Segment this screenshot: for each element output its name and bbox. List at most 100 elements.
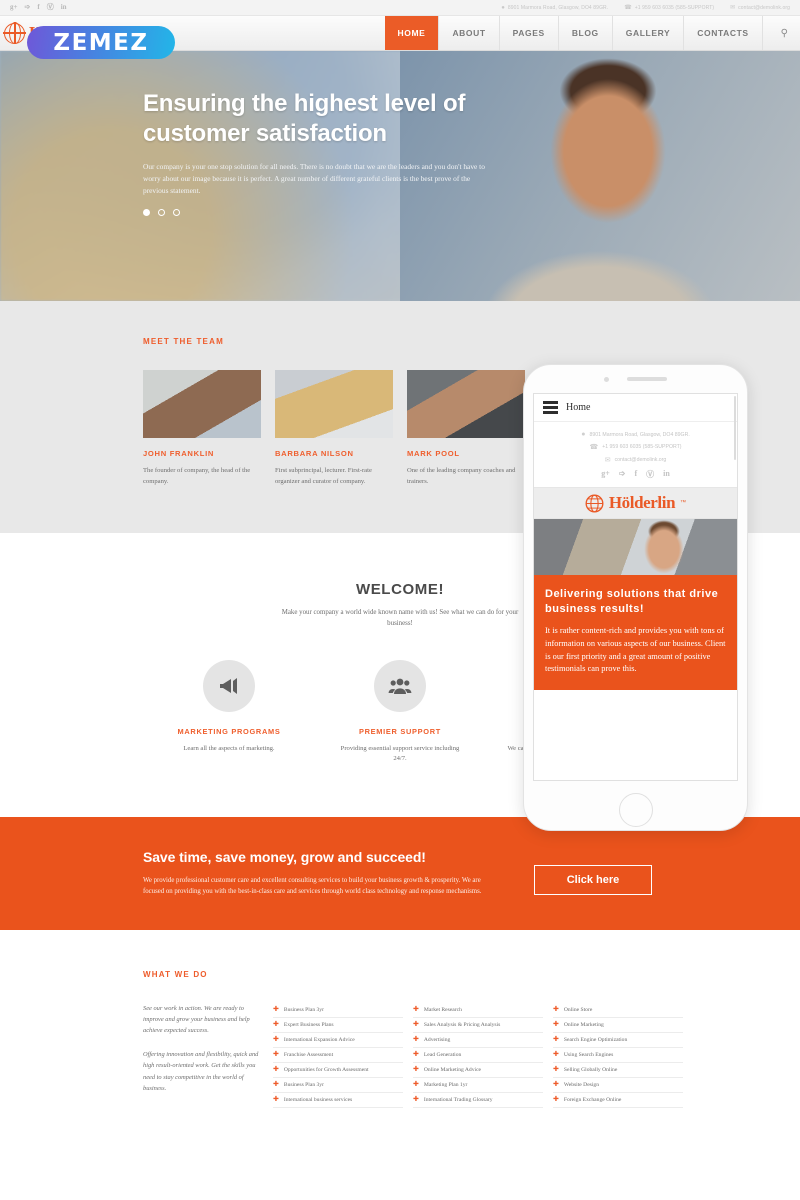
list-item[interactable]: ✚ Online Marketing Advice bbox=[413, 1063, 543, 1078]
facebook-icon[interactable]: f bbox=[634, 469, 637, 480]
email-item[interactable]: ✉ contact@demolink.org bbox=[730, 4, 790, 12]
list-item[interactable]: ✚ Sales Analysis & Pricing Analysis bbox=[413, 1018, 543, 1033]
list-item-label: Opportunities for Growth Assessment bbox=[283, 1066, 369, 1073]
people-icon bbox=[374, 659, 426, 712]
feature-title: MARKETING PROGRAMS bbox=[177, 726, 281, 736]
slider-dot-1[interactable] bbox=[143, 209, 150, 217]
what-we-do-title: WHAT WE DO bbox=[143, 969, 208, 979]
plus-icon: ✚ bbox=[553, 1081, 559, 1089]
list-item[interactable]: ✚ Market Research bbox=[413, 1003, 543, 1018]
slider-dot-2[interactable] bbox=[158, 209, 165, 217]
plus-icon: ✚ bbox=[413, 1036, 419, 1044]
plus-icon: ✚ bbox=[413, 1066, 419, 1074]
member-bio: One of the leading company coaches and t… bbox=[407, 467, 516, 486]
globe-icon bbox=[4, 21, 25, 45]
address-item: ● 8901 Marmora Road, Glasgow, DO4 89GR. bbox=[501, 5, 608, 11]
member-bio: The founder of company, the head of the … bbox=[143, 467, 251, 486]
list-item[interactable]: ✚ Lead Generation bbox=[413, 1048, 543, 1063]
list-item-label: Lead Generation bbox=[423, 1051, 462, 1058]
feature-text: Learn all the aspects of marketing. bbox=[183, 744, 275, 752]
plus-icon: ✚ bbox=[553, 1006, 559, 1014]
member-bio: First subprincipal, lecturer. First-rate… bbox=[275, 467, 372, 486]
list-item[interactable]: ✚ Selling Globally Online bbox=[553, 1063, 683, 1078]
team-member[interactable]: BARBARA NILSON First subprincipal, lectu… bbox=[275, 370, 393, 487]
twitter-icon[interactable]: ➩ bbox=[619, 469, 626, 480]
feature-premier-support[interactable]: PREMIER SUPPORT Providing essential supp… bbox=[336, 659, 464, 765]
hero-slider: Ensuring the highest level of customer s… bbox=[0, 51, 800, 301]
slider-dot-3[interactable] bbox=[173, 209, 180, 217]
list-item[interactable]: ✚ Opportunities for Growth Assessment bbox=[273, 1063, 403, 1078]
pinterest-icon[interactable]: Ⓥ bbox=[646, 469, 654, 480]
list-item[interactable]: ✚ Business Plan 3yr bbox=[273, 1003, 403, 1018]
phone-social-links: g+ ➩ f Ⓥ in bbox=[534, 469, 737, 480]
zemez-badge-label: ZEMEZ bbox=[53, 29, 149, 56]
linkedin-icon[interactable]: in bbox=[61, 4, 67, 11]
team-member[interactable]: MARK POOL One of the leading company coa… bbox=[407, 370, 525, 487]
nav-item-about[interactable]: ABOUT bbox=[438, 16, 498, 50]
scrollbar[interactable] bbox=[734, 396, 736, 460]
twitter-icon[interactable]: ➩ bbox=[25, 4, 31, 11]
envelope-icon: ✉ bbox=[604, 457, 611, 464]
phone-promo-paragraph: It is rather content-rich and provides y… bbox=[545, 626, 726, 674]
contact-info: ● 8901 Marmora Road, Glasgow, DO4 89GR. … bbox=[501, 4, 790, 12]
feature-text: Providing essential support service incl… bbox=[340, 744, 460, 763]
phone-phone-item[interactable]: ☎ +1 959 603 6035 (585-SUPPORT) bbox=[534, 443, 737, 451]
hamburger-menu-icon[interactable] bbox=[543, 401, 558, 414]
plus-icon: ✚ bbox=[413, 1051, 419, 1059]
phone-email-text: contact@demolink.org bbox=[614, 457, 667, 463]
list-item[interactable]: ✚ Business Plan 3yr bbox=[273, 1078, 403, 1093]
search-icon[interactable]: ⚲ bbox=[761, 16, 800, 50]
slider-dots bbox=[143, 209, 800, 217]
list-item[interactable]: ✚ International business services bbox=[273, 1093, 403, 1108]
site-header: Hölderlin ZEMEZ HOME ABOUT PAGES BLOG GA… bbox=[0, 16, 800, 59]
googleplus-icon[interactable]: g+ bbox=[601, 469, 610, 480]
feature-marketing-programs[interactable]: MARKETING PROGRAMS Learn all the aspects… bbox=[165, 659, 293, 765]
nav-item-pages[interactable]: PAGES bbox=[498, 16, 558, 50]
list-item[interactable]: ✚ Franchise Assessment bbox=[273, 1048, 403, 1063]
plus-icon: ✚ bbox=[553, 1051, 559, 1059]
speaker-grille bbox=[627, 377, 667, 381]
list-item[interactable]: ✚ Expert Business Plans bbox=[273, 1018, 403, 1033]
phone-email-item[interactable]: ✉ contact@demolink.org bbox=[534, 456, 737, 464]
list-item[interactable]: ✚ Website Design bbox=[553, 1078, 683, 1093]
list-item[interactable]: ✚ Online Marketing bbox=[553, 1018, 683, 1033]
linkedin-icon[interactable]: in bbox=[663, 469, 670, 480]
list-item-label: Website Design bbox=[563, 1081, 599, 1088]
pinterest-icon[interactable]: Ⓥ bbox=[47, 4, 54, 11]
plus-icon: ✚ bbox=[273, 1081, 279, 1089]
phone-mockup: Home ● 8901 Marmora Road, Glasgow, DO4 8… bbox=[523, 364, 748, 831]
list-item-label: Online Marketing bbox=[563, 1021, 604, 1028]
team-member[interactable]: JOHN FRANKLIN The founder of company, th… bbox=[143, 370, 261, 487]
list-item[interactable]: ✚ International Expansion Advice bbox=[273, 1033, 403, 1048]
list-item[interactable]: ✚ Marketing Plan 1yr bbox=[413, 1078, 543, 1093]
list-item-label: Using Search Engines bbox=[563, 1051, 614, 1058]
list-item[interactable]: ✚ Search Engine Optimization bbox=[553, 1033, 683, 1048]
home-button[interactable] bbox=[618, 793, 653, 827]
click-here-button[interactable]: Click here bbox=[534, 864, 652, 895]
zemez-badge: ZEMEZ bbox=[27, 26, 175, 59]
phone-brand-logo[interactable]: Hölderlin ™ bbox=[534, 487, 737, 519]
nav-item-contacts[interactable]: CONTACTS bbox=[683, 16, 761, 50]
list-item[interactable]: ✚ Foreign Exchange Online bbox=[553, 1093, 683, 1108]
nav-item-home[interactable]: HOME bbox=[384, 16, 439, 50]
nav-item-blog[interactable]: BLOG bbox=[557, 16, 612, 50]
list-item[interactable]: ✚ Advertising bbox=[413, 1033, 543, 1048]
googleplus-icon[interactable]: g+ bbox=[10, 4, 18, 11]
email-text: contact@demolink.org bbox=[738, 4, 790, 11]
nav-item-gallery[interactable]: GALLERY bbox=[611, 16, 684, 50]
list-item-label: International Trading Glossary bbox=[423, 1096, 493, 1103]
plus-icon: ✚ bbox=[553, 1096, 559, 1104]
list-item-label: Marketing Plan 1yr bbox=[423, 1081, 468, 1088]
phone-address-text: 8901 Marmora Road, Glasgow, DO4 89GR. bbox=[589, 431, 690, 438]
list-item-label: Advertising bbox=[423, 1036, 451, 1043]
team-section-title: MEET THE TEAM bbox=[143, 337, 224, 346]
member-name: MARK POOL bbox=[407, 449, 460, 458]
phone-item[interactable]: ☎ +1 959 603 6035 (585-SUPPORT) bbox=[624, 4, 714, 12]
plus-icon: ✚ bbox=[413, 1021, 419, 1029]
list-item[interactable]: ✚ Using Search Engines bbox=[553, 1048, 683, 1063]
facebook-icon[interactable]: f bbox=[37, 4, 39, 11]
brand-logo[interactable]: Hölderlin ZEMEZ bbox=[0, 16, 250, 59]
services-column-2: ✚ Market Research ✚ Sales Analysis & Prici… bbox=[413, 1003, 543, 1108]
list-item[interactable]: ✚ Online Store bbox=[553, 1003, 683, 1018]
list-item[interactable]: ✚ International Trading Glossary bbox=[413, 1093, 543, 1108]
